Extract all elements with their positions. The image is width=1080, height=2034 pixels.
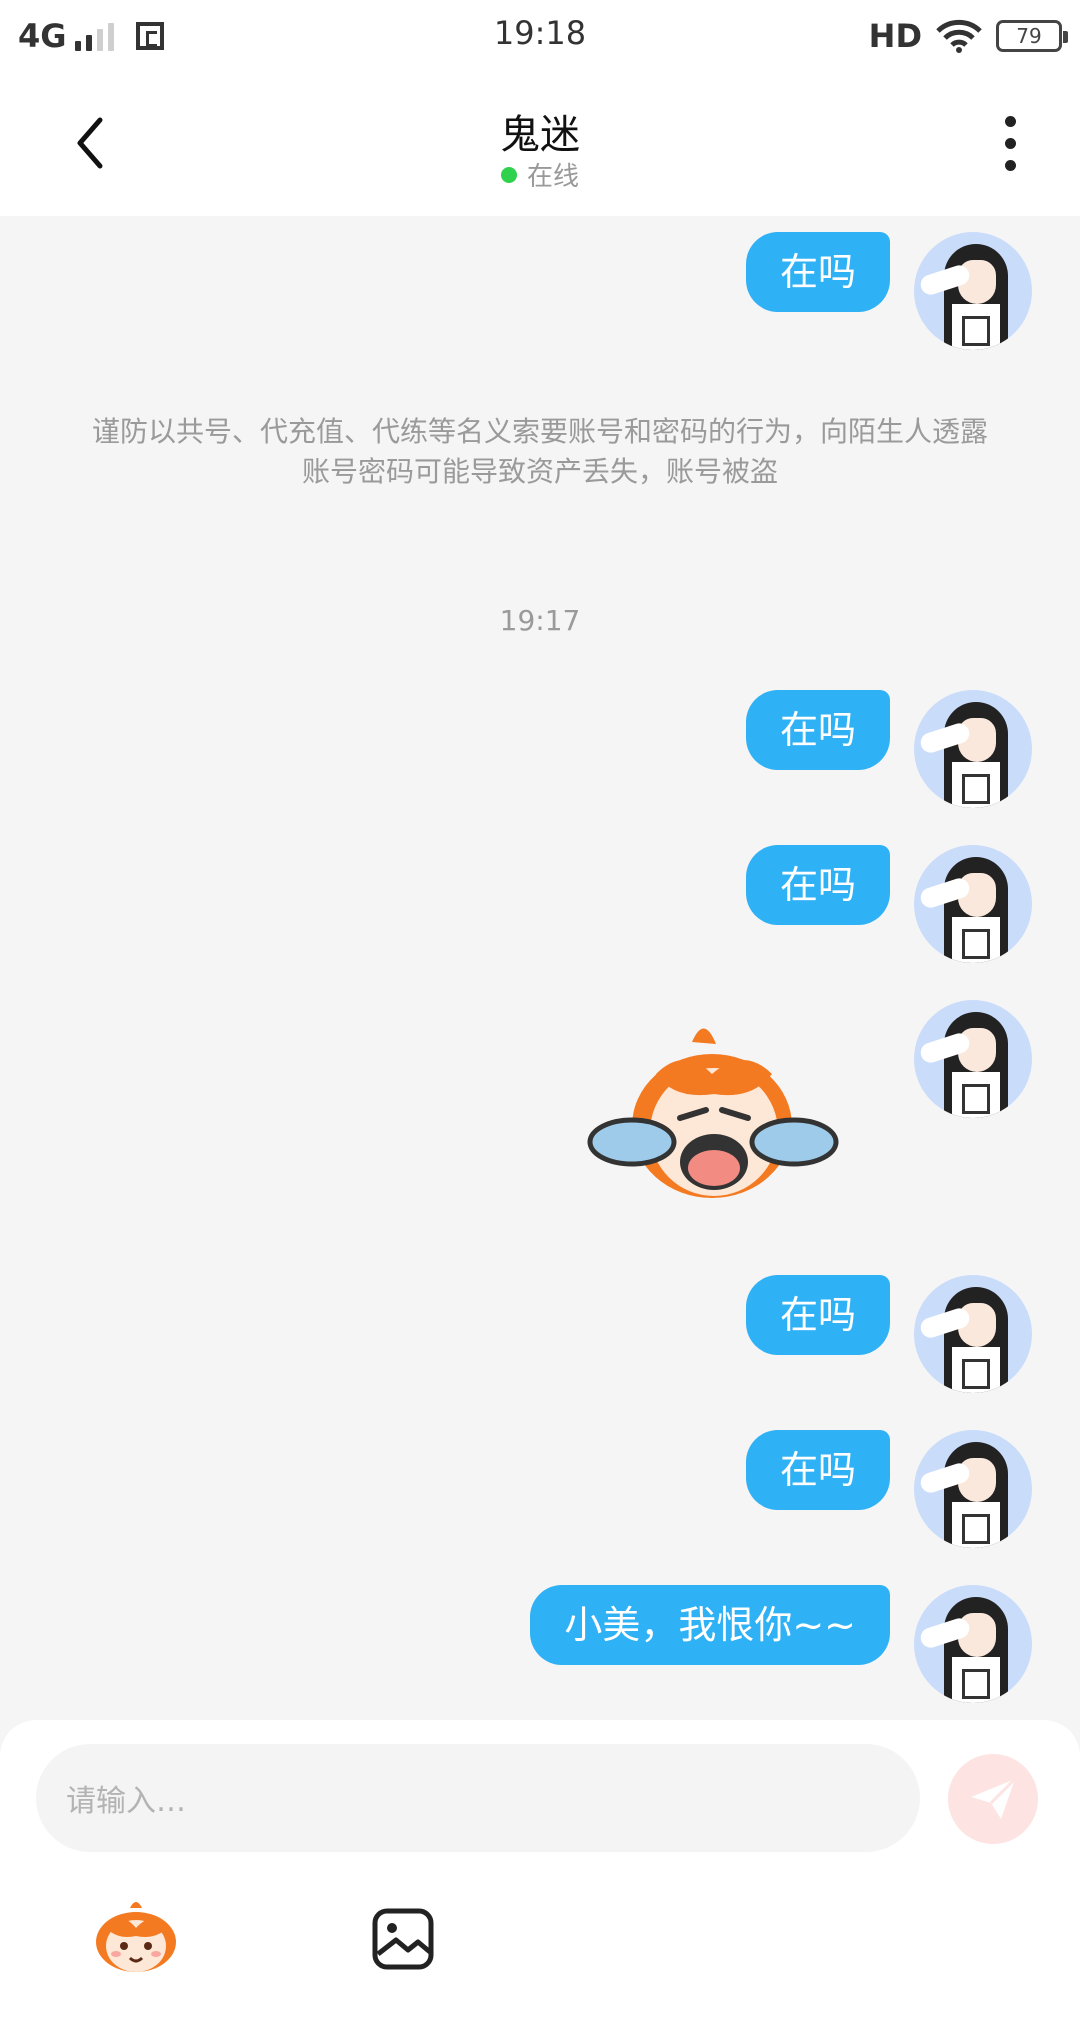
avatar[interactable] — [914, 1000, 1032, 1118]
avatar[interactable] — [914, 1585, 1032, 1703]
emoji-icon[interactable] — [90, 1898, 182, 1974]
message-bubble[interactable]: 在吗 — [745, 690, 890, 770]
message-row: 在吗 — [745, 1430, 1032, 1548]
crying-sticker[interactable] — [584, 1014, 840, 1214]
send-icon — [971, 1777, 1017, 1819]
message-bubble[interactable]: 在吗 — [745, 1275, 890, 1355]
contact-name: 鬼迷 — [500, 112, 580, 158]
message-bubble[interactable]: 在吗 — [745, 232, 890, 312]
status-bar: 4G 19:18 HD 79 — [0, 0, 1080, 72]
message-row: 小美，我恨你~~ — [530, 1585, 1032, 1703]
avatar[interactable] — [914, 845, 1032, 963]
security-notice: 谨防以共号、代充值、代练等名义索要账号和密码的行为，向陌生人透露账号密码可能导致… — [91, 415, 988, 488]
more-options-button[interactable] — [980, 110, 1040, 176]
chat-header: 鬼迷 在线 — [0, 72, 1080, 216]
online-dot — [500, 166, 517, 183]
input-panel: 请输入… — [0, 1720, 1080, 2034]
message-bubble[interactable]: 在吗 — [745, 1430, 890, 1510]
battery-level: 79 — [1016, 24, 1042, 48]
battery-icon: 79 — [996, 20, 1068, 52]
status-right: HD 79 — [868, 14, 1068, 58]
avatar[interactable] — [914, 1275, 1032, 1393]
image-icon[interactable] — [370, 1906, 436, 1972]
hd-indicator: HD — [868, 17, 922, 55]
avatar[interactable] — [914, 232, 1032, 350]
message-row: 在吗 — [745, 232, 1032, 350]
wifi-icon — [936, 19, 982, 53]
message-input[interactable]: 请输入… — [36, 1744, 920, 1852]
send-button[interactable] — [948, 1754, 1038, 1844]
message-bubble[interactable]: 小美，我恨你~~ — [530, 1585, 890, 1665]
online-status: 在线 — [0, 156, 1080, 193]
message-row: 在吗 — [745, 845, 1032, 963]
time-divider: 19:17 — [499, 604, 581, 637]
message-row: 在吗 — [745, 1275, 1032, 1393]
avatar[interactable] — [914, 1430, 1032, 1548]
input-placeholder: 请输入… — [66, 1784, 186, 1819]
online-label: 在线 — [526, 162, 579, 192]
message-row — [914, 1000, 1032, 1118]
more-vertical-icon — [1004, 115, 1016, 127]
message-row: 在吗 — [745, 690, 1032, 808]
avatar[interactable] — [914, 690, 1032, 808]
message-bubble[interactable]: 在吗 — [745, 845, 890, 925]
